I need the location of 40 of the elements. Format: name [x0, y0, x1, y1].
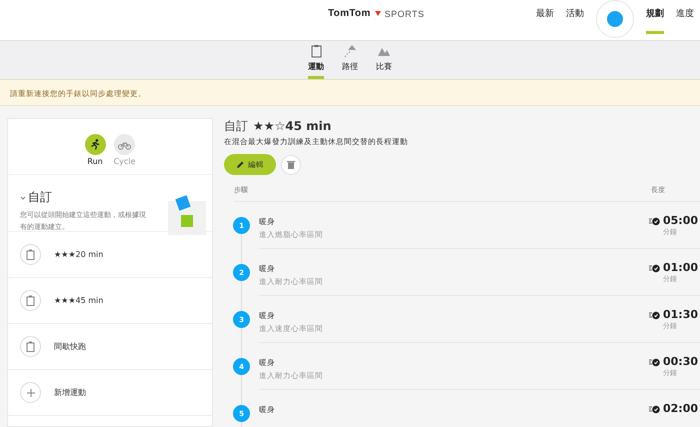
sub-tab[interactable]: 比賽: [376, 41, 392, 79]
nav-link[interactable]: 進度: [676, 0, 694, 34]
nav-link[interactable]: 最新: [536, 0, 554, 34]
logo-icon: [374, 10, 382, 17]
timer-icon: [648, 358, 660, 367]
clipboard-icon: [310, 44, 322, 58]
bicycle-icon: [118, 140, 131, 150]
step-duration: 00:30: [662, 355, 698, 368]
trash-icon: [287, 160, 295, 169]
timer-icon: [648, 405, 660, 414]
nav-link[interactable]: 活動: [566, 0, 584, 34]
sub-tab[interactable]: 路徑: [342, 41, 358, 79]
workout-title: ★★☆45 min: [253, 119, 332, 133]
add-workout-item[interactable]: 新增運動: [8, 370, 212, 416]
runner-icon: [90, 139, 101, 150]
logo-wordmark: TomTom: [328, 8, 371, 19]
workout-item[interactable]: ★★★20 min: [8, 232, 212, 278]
clipboard-icon: [20, 290, 41, 311]
plus-icon: [20, 382, 41, 403]
route-icon: [343, 44, 357, 58]
logo-product: SPORTS: [384, 8, 424, 18]
chevron-icon: [20, 194, 26, 200]
step-duration: 02:00: [662, 402, 698, 415]
timer-icon: [648, 217, 660, 226]
timer-icon: [648, 264, 660, 273]
step-duration: 01:30: [662, 308, 698, 321]
avatar-dot: [607, 11, 623, 27]
workout-item[interactable]: 間歇快跑: [8, 324, 212, 370]
nav-link[interactable]: 規劃: [646, 0, 664, 34]
step-duration: 05:00: [662, 214, 698, 227]
step-duration: 01:00: [662, 261, 698, 274]
section-header[interactable]: 自訂: [20, 189, 168, 206]
workout-item[interactable]: ★★★45 min: [8, 278, 212, 324]
pencil-icon: [236, 160, 244, 168]
clipboard-icon: [20, 244, 41, 265]
clipboard-icon: [20, 336, 41, 357]
workout-category: 自訂: [224, 118, 248, 135]
timer-icon: [648, 311, 660, 320]
avatar-button[interactable]: [596, 0, 634, 38]
delete-button[interactable]: [281, 154, 301, 174]
